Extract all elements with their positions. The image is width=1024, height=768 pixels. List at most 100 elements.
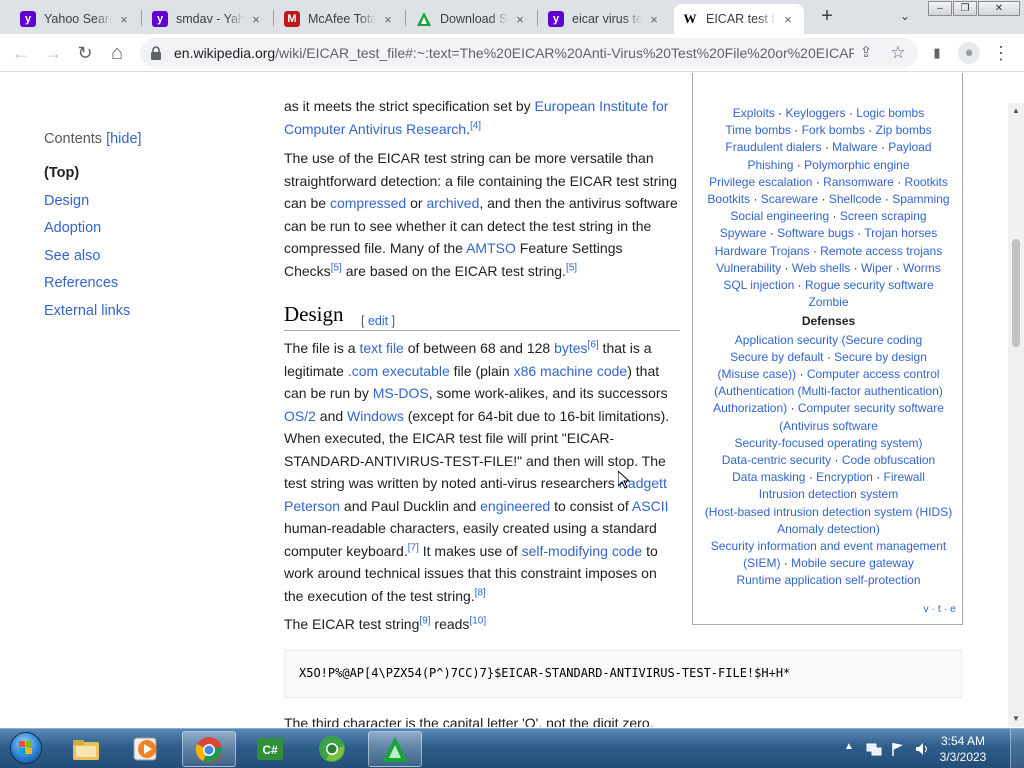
navbox-link[interactable]: Security information and event managemen… [711,539,946,553]
link-amtso[interactable]: AMTSO [466,240,516,256]
link-x86-machine-code[interactable]: x86 machine code [514,363,628,379]
navbox-link[interactable]: Security-focused operating system) [734,436,922,450]
home-button[interactable]: ⌂ [104,40,130,66]
navbox-link[interactable]: Ransomware [823,175,894,189]
taskbar-chrome-button[interactable] [182,731,236,767]
eicar-code-block[interactable]: X5O!P%@AP[4\PZX54(P^)7CC)7}$EICAR-STANDA… [284,650,962,698]
tab-close-icon[interactable]: × [780,12,796,27]
tab-eicar-search[interactable]: y eicar virus test × [540,4,670,34]
navbox-link[interactable]: Spyware [720,226,767,240]
link-os2[interactable]: OS/2 [284,408,316,424]
browser-menu-icon[interactable]: ⋮ [990,42,1012,64]
navbox-link[interactable]: Logic bombs [856,106,924,120]
taskbar-explorer-button[interactable] [60,731,114,767]
navbox-link[interactable]: Keyloggers [785,106,845,120]
navbox-link[interactable]: Secure by design [834,350,927,364]
tab-smdav-search[interactable]: y smdav - Yahoo Search × [144,4,272,34]
navbox-link[interactable]: Remote access trojans [820,244,942,258]
taskbar-media-player-button[interactable] [120,731,174,767]
navbox-link[interactable]: (Misuse case)) [717,367,796,381]
toc-item-external-links[interactable]: External links [44,303,142,331]
citation-link[interactable]: [10] [469,615,486,626]
citation-link[interactable]: [5] [566,262,577,273]
taskbar-csharp-button[interactable]: C# [244,731,298,767]
address-bar[interactable]: en.wikipedia.org/wiki/EICAR_test_file#:~… [140,38,918,68]
navbox-link[interactable]: Zip bombs [876,123,932,137]
navbox-link[interactable]: (Antivirus software [779,419,878,433]
navbox-link[interactable]: Spamming [892,192,949,206]
navbox-link[interactable]: Social engineering [730,209,829,223]
navbox-link[interactable]: Bootkits [707,192,750,206]
link-compressed[interactable]: compressed [330,195,406,211]
maximize-button[interactable]: ❐ [953,1,977,16]
citation-link[interactable]: [9] [419,615,430,626]
navbox-link[interactable]: (Authentication (Multi-factor authentica… [714,384,943,398]
citation-link[interactable]: [5] [331,262,342,273]
navbox-link[interactable]: Wiper [861,261,892,275]
navbox-link[interactable]: Data-centric security [722,453,831,467]
taskbar-chrome-green-button[interactable] [306,731,360,767]
navbox-link[interactable]: Zombie [808,295,848,309]
navbox-link[interactable]: Secure by default [730,350,823,364]
navbox-link[interactable]: Screen scraping [840,209,927,223]
profile-avatar-icon[interactable]: ● [958,42,980,64]
navbox-link[interactable]: Rogue security software [805,278,934,292]
url-text[interactable]: en.wikipedia.org/wiki/EICAR_test_file#:~… [174,45,854,61]
navbox-link[interactable]: Mobile secure gateway [791,556,914,570]
navbox-link[interactable]: Computer access control [807,367,940,381]
navbox-link[interactable]: Anomaly detection) [777,522,880,536]
toc-item-references[interactable]: References [44,275,142,303]
link-text-file[interactable]: text file [359,340,403,356]
edit-section-link[interactable]: edit [368,314,388,328]
citation-link[interactable]: [8] [475,587,486,598]
close-window-button[interactable]: ✕ [978,1,1020,16]
volume-icon[interactable] [914,741,930,757]
link-windows[interactable]: Windows [347,408,404,424]
navbox-link[interactable]: Privilege escalation [709,175,812,189]
tab-close-icon[interactable]: × [248,12,264,27]
tab-close-icon[interactable]: × [116,12,132,27]
navbox-link[interactable]: SQL injection [723,278,794,292]
navbox-link[interactable]: Firewall [884,470,925,484]
navbox-vte-links[interactable]: v · t · e [923,601,956,618]
navbox-link[interactable]: Exploits [733,106,775,120]
navbox-link[interactable]: Runtime application self-protection [736,573,920,587]
tab-close-icon[interactable]: × [380,12,396,27]
navbox-link[interactable]: Polymorphic engine [804,158,909,172]
tab-download[interactable]: Download Sr × [408,4,536,34]
toc-item-top[interactable]: (Top) [44,165,142,193]
link-self-modifying-code[interactable]: self-modifying code [522,543,643,559]
navbox-link[interactable]: Encryption [816,470,873,484]
navbox-link[interactable]: Vulnerability [716,261,781,275]
toc-item-adoption[interactable]: Adoption [44,220,142,248]
network-icon[interactable] [866,741,882,757]
tab-close-icon[interactable]: × [512,12,528,27]
side-panel-icon[interactable]: ▮ [926,42,948,64]
navbox-link[interactable]: Worms [903,261,941,275]
link-engineered[interactable]: engineered [480,498,550,514]
navbox-link[interactable]: Phishing [747,158,793,172]
navbox-link[interactable]: Trojan horses [864,226,937,240]
link-ms-dos[interactable]: MS-DOS [373,385,429,401]
system-clock[interactable]: 3:54 AM 3/3/2023 [930,733,996,765]
minimize-button[interactable]: – [928,1,952,16]
tab-eicar-wikipedia[interactable]: W EICAR test file × [674,4,804,34]
navbox-link[interactable]: Fork bombs [802,123,865,137]
navbox-link[interactable]: Shellcode [829,192,882,206]
navbox-link[interactable]: Payload [888,140,931,154]
lock-icon[interactable] [150,46,162,60]
link-com-executable[interactable]: .com executable [348,363,450,379]
link-bytes[interactable]: bytes [554,340,587,356]
navbox-link[interactable]: Fraudulent dialers [725,140,821,154]
scroll-down-arrow-icon[interactable]: ▼ [1008,711,1024,727]
navbox-link[interactable]: Intrusion detection system [759,487,898,501]
navbox-link[interactable]: Time bombs [725,123,791,137]
toc-item-design[interactable]: Design [44,193,142,221]
navbox-link[interactable]: Application security (Secure coding [735,333,922,347]
tab-mcafee[interactable]: M McAfee Total Protection × [276,4,404,34]
navbox-link[interactable]: (Host-based intrusion detection system (… [705,505,952,519]
navbox-link[interactable]: (SIEM) [743,556,780,570]
link-ascii[interactable]: ASCII [632,498,669,514]
navbox-link[interactable]: Hardware Trojans [715,244,810,258]
citation-link[interactable]: [7] [408,542,419,553]
